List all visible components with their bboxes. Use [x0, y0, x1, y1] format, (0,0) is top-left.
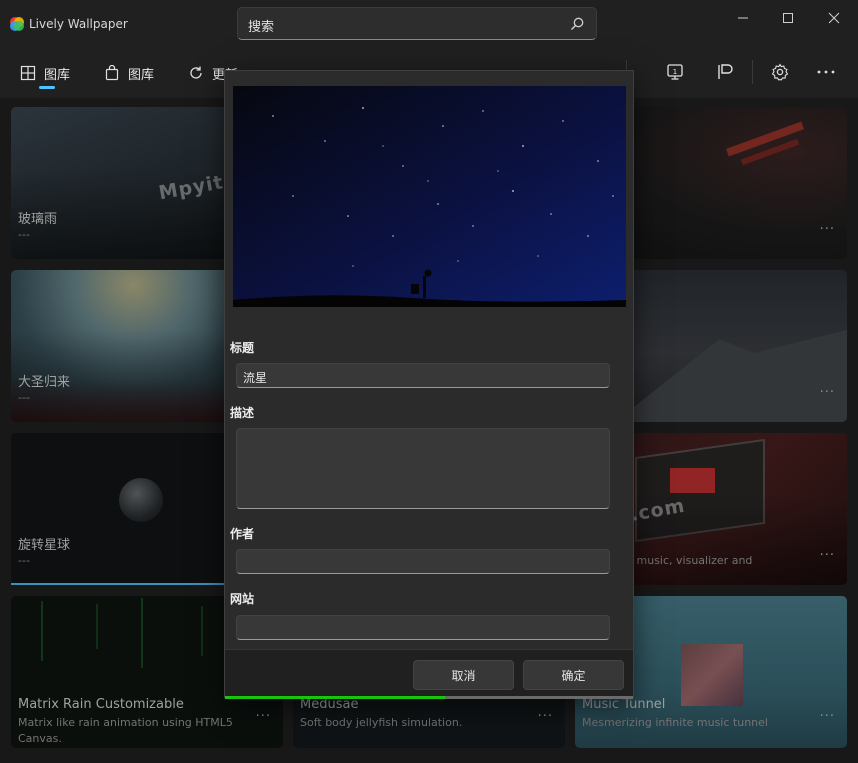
author-label: 作者: [230, 527, 255, 541]
search-icon[interactable]: [569, 16, 585, 32]
card-more-button[interactable]: ···: [820, 709, 835, 724]
card-title: 玻璃雨: [18, 212, 58, 227]
app-title: Lively Wallpaper: [29, 17, 128, 31]
nav-item-gallery[interactable]: 图库: [104, 62, 154, 84]
refresh-icon: [190, 66, 202, 79]
card-description: ---: [18, 228, 30, 241]
title-label: 标题: [230, 341, 255, 355]
dialog-footer: 取消 确定: [225, 649, 633, 698]
screen-icon[interactable]: 1: [665, 62, 685, 82]
toolbar-separator: [752, 60, 753, 84]
nav-item-label: 图库: [44, 67, 71, 83]
maximize-icon[interactable]: [778, 8, 798, 28]
title-field[interactable]: 流星: [236, 363, 610, 388]
author-field[interactable]: [236, 549, 610, 574]
card-more-button[interactable]: ···: [820, 385, 835, 400]
card-more-button[interactable]: ···: [538, 709, 553, 724]
nav-item-library[interactable]: 图库: [20, 62, 70, 84]
app-logo-icon: [10, 17, 24, 31]
nav-item-label: 图库: [128, 67, 155, 83]
progress-bar: [225, 696, 633, 699]
edit-wallpaper-dialog: 标题 流星 描述 作者 网站 取消 确定: [224, 70, 634, 699]
gear-icon[interactable]: [770, 62, 790, 82]
card-description: Matrix like rain animation using HTML5 C…: [18, 716, 233, 745]
card-title: 大圣归来: [18, 375, 71, 390]
minimize-icon[interactable]: [733, 8, 753, 28]
card-selected-indicator: [11, 583, 224, 585]
close-icon[interactable]: [824, 8, 844, 28]
card-title: Matrix Rain Customizable: [18, 697, 184, 712]
progress-fill: [225, 696, 446, 699]
more-icon[interactable]: [816, 62, 836, 82]
lively-wallpaper-window: Lively Wallpaper 搜索 图库 图库 1 玻璃雨 --- ··· …: [0, 0, 858, 763]
card-description: Soft body jellyfish simulation.: [300, 716, 463, 729]
svg-text:1: 1: [673, 68, 677, 76]
nav-selected-indicator: [39, 86, 55, 89]
card-title: Medusae: [300, 697, 359, 712]
card-description: Mesmerizing infinite music tunnel: [582, 716, 768, 729]
website-field[interactable]: [236, 615, 610, 640]
wallpaper-preview: [233, 86, 626, 307]
card-more-button[interactable]: ···: [820, 548, 835, 563]
card-title: 旋转星球: [18, 538, 71, 553]
search-box[interactable]: 搜索: [237, 7, 597, 40]
flag-icon[interactable]: [715, 62, 735, 82]
card-more-button[interactable]: ···: [256, 709, 271, 724]
card-description: ---: [18, 554, 30, 567]
card-title: Music Tunnel: [582, 697, 666, 712]
description-label: 描述: [230, 406, 255, 420]
cancel-button[interactable]: 取消: [413, 660, 514, 690]
grid-icon: [20, 65, 36, 81]
website-label: 网站: [230, 592, 255, 606]
description-field[interactable]: [236, 428, 610, 509]
ok-button[interactable]: 确定: [523, 660, 624, 690]
title-bar: Lively Wallpaper 搜索: [0, 0, 858, 48]
bag-icon: [105, 65, 119, 81]
search-input[interactable]: 搜索: [248, 16, 274, 35]
card-description: ---: [18, 391, 30, 404]
card-more-button[interactable]: ···: [820, 222, 835, 237]
